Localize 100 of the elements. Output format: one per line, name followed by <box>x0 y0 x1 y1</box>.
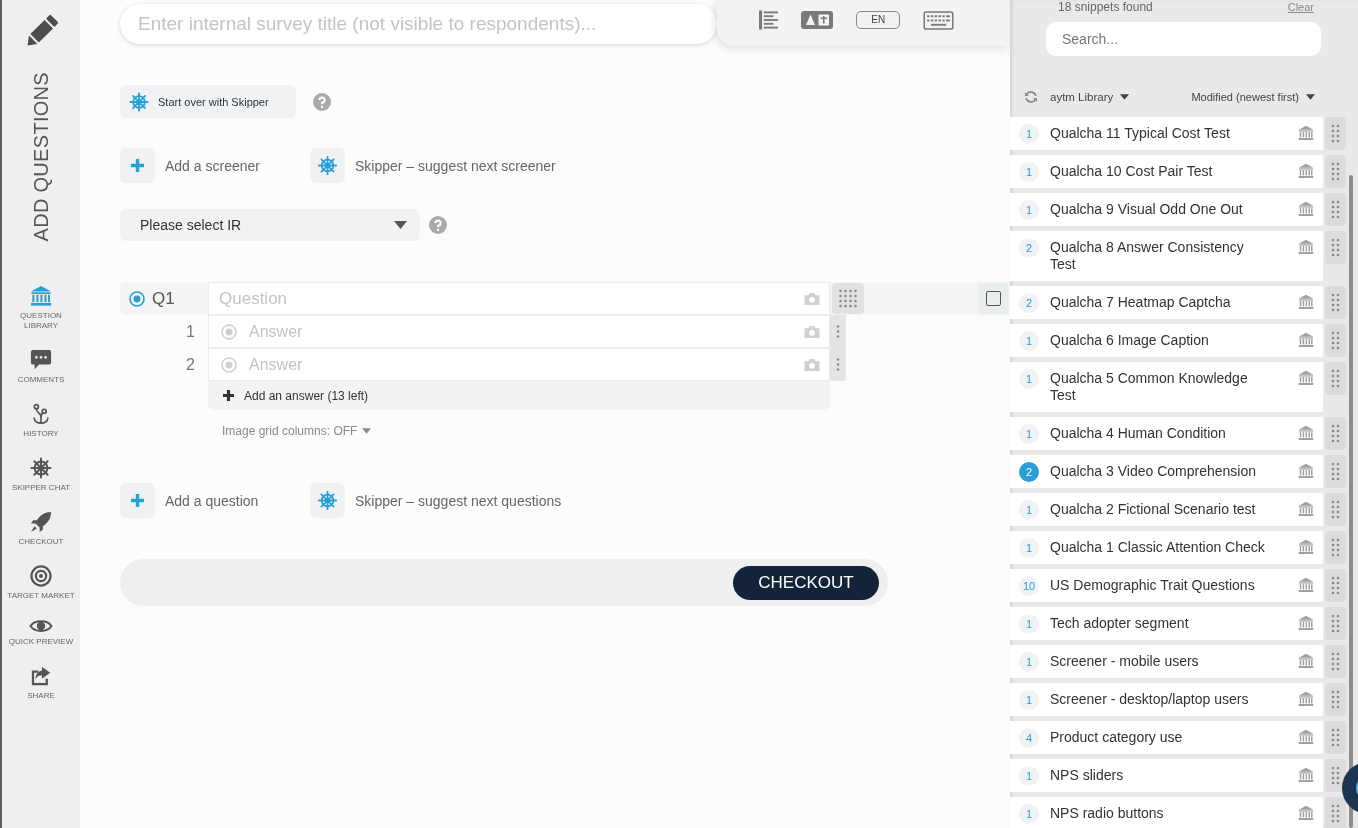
question-radio[interactable] <box>129 290 145 307</box>
sidebar-nav-button[interactable]: CHECKOUT <box>3 511 79 548</box>
sidebar-nav-button[interactable]: QUICK PREVIEW <box>3 619 79 648</box>
checkout-button[interactable]: CHECKOUT <box>733 565 879 600</box>
start-over-button[interactable]: Start over with Skipper <box>120 85 296 118</box>
drag-handle-icon[interactable] <box>1325 569 1346 602</box>
answer-field[interactable]: Answer <box>208 315 830 348</box>
refresh-icon[interactable] <box>1024 90 1038 104</box>
bank-icon <box>1298 425 1314 441</box>
drag-handle-icon[interactable] <box>1325 607 1346 640</box>
count-badge: 4 <box>1019 727 1039 748</box>
library-item[interactable]: 1 Qualcha 1 Classic Attention Check <box>1010 531 1323 564</box>
sort-dropdown[interactable]: Modified (newest first) <box>1191 91 1315 103</box>
library-item[interactable]: 1 Screener - desktop/laptop users <box>1010 683 1323 716</box>
question-field[interactable]: Question <box>208 282 830 315</box>
scrollbar-thumb[interactable] <box>1349 175 1353 828</box>
drag-handle-icon[interactable] <box>1325 531 1346 564</box>
drag-handle-icon[interactable] <box>830 348 846 381</box>
library-item[interactable]: 4 Product category use <box>1010 721 1323 754</box>
library-item[interactable]: 1 NPS radio buttons <box>1010 797 1323 828</box>
radio-icon[interactable] <box>221 356 237 373</box>
count-badge: 1 <box>1019 199 1039 220</box>
help-icon[interactable] <box>429 216 447 234</box>
drag-handle-icon[interactable] <box>1325 193 1346 226</box>
item-title: Qualcha 5 Common Knowledge Test <box>1050 370 1249 404</box>
help-icon[interactable] <box>313 92 331 111</box>
drag-handle-icon[interactable] <box>1325 455 1346 488</box>
align-left-icon[interactable] <box>759 10 779 30</box>
drag-handle-icon[interactable] <box>1325 286 1346 319</box>
count-badge: 2 <box>1019 461 1039 482</box>
library-item[interactable]: 1 Qualcha 2 Fictional Scenario test <box>1010 493 1323 526</box>
library-item[interactable]: 1 Qualcha 6 Image Caption <box>1010 324 1323 357</box>
sidebar-nav-button[interactable]: COMMENTS <box>3 349 79 386</box>
library-item[interactable]: 1 Qualcha 11 Typical Cost Test <box>1010 117 1323 150</box>
drag-handle-icon[interactable] <box>1325 721 1346 754</box>
bank-icon <box>1298 691 1314 707</box>
item-title: Product category use <box>1050 729 1184 746</box>
image-grid-dropdown[interactable]: Image grid columns: OFF <box>222 424 372 438</box>
drag-handle-icon[interactable] <box>1325 324 1346 357</box>
sidebar-nav-button[interactable]: TARGET MARKET <box>3 565 79 602</box>
drag-handle-icon[interactable] <box>1325 231 1346 264</box>
skipper-suggest-button[interactable]: Skipper – suggest next screener <box>310 148 556 183</box>
search-field[interactable]: Search... <box>1046 22 1321 56</box>
drag-handle-icon[interactable] <box>1325 155 1346 188</box>
drag-handle-icon[interactable] <box>1325 117 1346 150</box>
rocket-icon <box>30 511 52 534</box>
drag-handle-icon[interactable] <box>1325 362 1346 395</box>
camera-icon[interactable] <box>803 291 821 306</box>
drag-handle-icon[interactable] <box>830 315 846 348</box>
library-item[interactable]: 1 Qualcha 10 Cost Pair Test <box>1010 155 1323 188</box>
snippet-count: 18 snippets found <box>1058 0 1153 14</box>
drag-handle-icon[interactable] <box>1325 417 1346 450</box>
drag-handle-icon[interactable] <box>1325 759 1346 792</box>
item-title: Qualcha 8 Answer Consistency Test <box>1050 239 1245 273</box>
answer-field[interactable]: Answer <box>208 348 830 381</box>
camera-icon[interactable] <box>803 357 821 372</box>
count-badge: 10 <box>1019 575 1039 596</box>
library-item[interactable]: 1 Qualcha 5 Common Knowledge Test <box>1010 362 1323 412</box>
camera-icon[interactable] <box>803 324 821 339</box>
item-title: Screener - mobile users <box>1050 653 1200 670</box>
skipper-suggest-button[interactable]: Skipper – suggest next questions <box>310 483 562 518</box>
drag-handle-icon[interactable] <box>832 283 864 314</box>
drag-handle-icon[interactable] <box>1325 797 1346 828</box>
library-item[interactable]: 2 Qualcha 7 Heatmap Captcha <box>1010 286 1323 319</box>
library-item[interactable]: 2 Qualcha 8 Answer Consistency Test <box>1010 231 1323 281</box>
language-button[interactable]: EN <box>856 11 901 29</box>
answer-number: 2 <box>185 355 196 374</box>
count-badge: 1 <box>1019 423 1039 444</box>
translate-icon[interactable] <box>801 11 834 29</box>
count-badge: 1 <box>1019 765 1039 786</box>
drag-handle-icon[interactable] <box>1325 493 1346 526</box>
bank-icon <box>1298 125 1314 141</box>
count-badge: 2 <box>1019 292 1039 313</box>
chat-widget-button[interactable] <box>1340 762 1358 814</box>
add-screener-button[interactable]: Add a screener <box>120 148 260 183</box>
bank-icon <box>1298 539 1314 555</box>
library-item[interactable]: 1 Qualcha 9 Visual Odd One Out <box>1010 193 1323 226</box>
library-item[interactable]: 1 Tech adopter segment <box>1010 607 1323 640</box>
ir-dropdown[interactable]: Please select IR <box>120 209 420 241</box>
library-item[interactable]: 1 Screener - mobile users <box>1010 645 1323 678</box>
count-badge: 2 <box>1019 237 1039 258</box>
sidebar-nav-button[interactable]: QUESTION LIBRARY <box>3 285 79 332</box>
library-item[interactable]: 2 Qualcha 3 Video Comprehension <box>1010 455 1323 488</box>
bank-icon <box>30 285 52 308</box>
library-item[interactable]: 10 US Demographic Trait Questions <box>1010 569 1323 602</box>
checkbox[interactable] <box>985 291 1001 306</box>
sidebar-nav-button[interactable]: SHARE <box>3 665 79 702</box>
radio-icon[interactable] <box>221 323 237 340</box>
drag-handle-icon[interactable] <box>1325 645 1346 678</box>
source-dropdown[interactable]: aytm Library <box>1050 91 1130 103</box>
keyboard-icon[interactable] <box>923 10 955 30</box>
sidebar-nav-button[interactable]: SKIPPER CHAT <box>3 457 79 494</box>
sidebar-nav-button[interactable]: HISTORY <box>3 403 79 440</box>
add-question-button[interactable]: Add a question <box>120 483 259 518</box>
library-item[interactable]: 1 Qualcha 4 Human Condition <box>1010 417 1323 450</box>
add-answer-button[interactable]: Add an answer (13 left) <box>208 381 830 410</box>
library-item[interactable]: 1 NPS sliders <box>1010 759 1323 792</box>
anchor-icon <box>30 403 52 426</box>
drag-handle-icon[interactable] <box>1325 683 1346 716</box>
survey-title-field[interactable]: Enter internal survey title (not visible to respondents)... <box>120 4 718 44</box>
